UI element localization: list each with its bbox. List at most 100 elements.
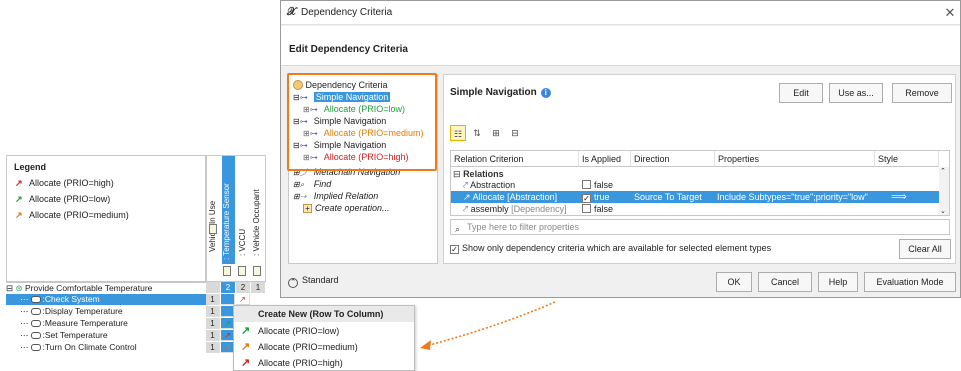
row-count: 1 [206, 318, 220, 329]
cancel-button[interactable]: Cancel [758, 272, 812, 292]
table-row-criterion[interactable]: ⤤ Abstraction [463, 179, 515, 191]
expand-all-icon[interactable]: ⊞ [488, 125, 504, 141]
column-header[interactable]: Properties [715, 151, 875, 167]
clear-all-button[interactable]: Clear All [899, 239, 951, 259]
filter-properties-input[interactable]: ⌕ Type here to filter properties [450, 219, 950, 235]
action-icon [30, 320, 41, 327]
count-cell [206, 282, 220, 293]
abstraction-icon: ⤤ [463, 180, 469, 190]
column-header[interactable]: Style [875, 151, 939, 167]
column-header[interactable]: Relation Criterion [451, 151, 579, 167]
info-icon[interactable]: i [540, 88, 551, 98]
matrix-row[interactable]: ⋯:Check System [6, 294, 206, 305]
action-icon [30, 344, 41, 351]
menu-item-allocate-medium[interactable]: ↗ Allocate (PRIO=medium) [234, 339, 414, 355]
menu-item-allocate-low[interactable]: ↗ Allocate (PRIO=low) [234, 323, 414, 339]
action-icon [30, 296, 41, 303]
legend-item: ↗ Allocate (PRIO=high) [15, 178, 114, 188]
collapse-icon: ⊟ [453, 169, 461, 179]
column-header[interactable]: Direction [631, 151, 715, 167]
remove-button[interactable]: Remove [892, 83, 952, 103]
dialog-heading: Edit Dependency Criteria [289, 44, 408, 55]
expand-icon: ⊞ [293, 192, 300, 201]
allocate-medium-arrow-icon: ↗ [241, 341, 251, 353]
standard-mode-toggle[interactable]: ⌃ Standard [288, 275, 339, 288]
ok-button[interactable]: OK [716, 272, 752, 292]
action-icon [30, 308, 41, 315]
matrix-root-row[interactable]: ⊟ ⊛ Provide Comfortable Temperature [6, 282, 206, 293]
legend-title: Legend [14, 162, 47, 172]
usecase-icon: ⊛ [15, 283, 23, 293]
allocate-medium-arrow-icon: ↗ [15, 210, 23, 220]
create-new-context-menu: Create New (Row To Column) ↗ Allocate (PR… [233, 305, 415, 371]
column-header-temperature-sensor[interactable]: : Temperature Sensor [222, 156, 235, 264]
sort-alpha-icon[interactable]: ⇅ [469, 125, 485, 141]
part-icon [223, 266, 231, 276]
scroll-up-icon[interactable]: ⌃ [940, 167, 946, 175]
allocate-low-arrow-icon: ↗ [15, 194, 23, 204]
tree-node-implied-relation[interactable]: ⊞⇢ Implied Relation [293, 190, 378, 202]
tree-line: ⋯ [20, 294, 29, 304]
chevron-up-icon: ⌃ [288, 278, 298, 288]
is-applied-cell[interactable]: false [582, 203, 613, 215]
evaluation-mode-button[interactable]: Evaluation Mode [864, 272, 956, 292]
tree-node-find[interactable]: ⊞⌕ Find [293, 178, 331, 190]
count-cell: 2 [221, 282, 235, 293]
show-only-checkbox[interactable]: ✓ [450, 245, 459, 254]
part-icon [238, 266, 246, 276]
add-icon: + [303, 204, 312, 213]
allocate-high-arrow-icon: ↗ [241, 357, 251, 369]
properties-cell[interactable]: Include Subtypes="true";priority="low" [717, 191, 873, 203]
row-count: 1 [206, 294, 220, 305]
help-button[interactable]: Help [818, 272, 858, 292]
action-icon [30, 332, 41, 339]
style-cell[interactable]: ⟹ [891, 191, 907, 203]
matrix-column-headers: Vehicle In Use : Temperature Sensor : VC… [206, 155, 266, 282]
row-count: 1 [206, 342, 220, 353]
table-scrollbar[interactable]: ⌃ ⌄ [939, 167, 949, 215]
menu-item-allocate-high[interactable]: ↗ Allocate (PRIO=high) [234, 355, 414, 371]
table-row-criterion[interactable]: ⤤ assembly [Dependency] [463, 203, 567, 215]
allocate-low-arrow-icon: ↗ [241, 325, 251, 337]
matrix-row[interactable]: ⋯:Set Temperature [6, 330, 206, 341]
categorized-view-icon[interactable]: ☷ [450, 125, 466, 141]
show-only-available-option[interactable]: ✓ Show only dependency criteria which are… [450, 243, 771, 254]
column-header[interactable]: Is Applied [579, 151, 631, 167]
is-applied-checkbox[interactable]: ✓ [582, 194, 591, 203]
column-header-vccu[interactable]: : VCCU [238, 180, 247, 256]
dialog-title: Dependency Criteria [301, 7, 393, 18]
matrix-cell-arrow-icon[interactable]: ↗ [236, 294, 250, 305]
tree-node-create-operation[interactable]: + Create operation... [303, 202, 390, 214]
use-as-button[interactable]: Use as... [829, 83, 883, 103]
app-logo-icon: 𝒳 [287, 6, 297, 18]
tree-line: ⋯ [20, 330, 29, 340]
panel-title: Simple Navigation i [450, 87, 551, 98]
callout-arrow [420, 301, 556, 350]
is-applied-cell[interactable]: ✓ true [582, 191, 610, 203]
matrix-row[interactable]: ⋯:Display Temperature [6, 306, 206, 317]
allocate-high-arrow-icon: ↗ [15, 178, 23, 188]
tree-line: ⋯ [20, 318, 29, 328]
row-count: 1 [206, 330, 220, 341]
matrix-row[interactable]: ⋯:Measure Temperature [6, 318, 206, 329]
scroll-down-icon[interactable]: ⌄ [940, 207, 946, 215]
matrix-cell[interactable] [221, 294, 235, 305]
direction-cell[interactable]: Source To Target [634, 191, 702, 203]
table-row-criterion[interactable]: ↗ Allocate [Abstraction] [463, 191, 579, 203]
count-cell: 2 [236, 282, 250, 293]
is-applied-checkbox[interactable] [582, 180, 591, 189]
expand-icon: ⊞ [293, 180, 300, 189]
is-applied-checkbox[interactable] [582, 204, 591, 213]
edit-button[interactable]: Edit [779, 83, 823, 103]
collapse-icon[interactable]: ⊟ [6, 283, 13, 293]
context-menu-title: Create New (Row To Column) [234, 306, 414, 322]
collapse-all-icon[interactable]: ⊟ [507, 125, 523, 141]
allocate-arrow-icon: ↗ [463, 192, 471, 202]
is-applied-cell[interactable]: false [582, 179, 613, 191]
tree-line: ⋯ [20, 342, 29, 352]
close-icon[interactable]: ✕ [941, 4, 959, 22]
search-icon: ⌕ [455, 224, 461, 234]
matrix-row[interactable]: ⋯:Turn On Climate Control [6, 342, 206, 353]
column-header-vehicle-in-use[interactable]: Vehicle In Use [208, 160, 217, 252]
column-header-vehicle-occupant[interactable]: : Vehicle Occupant [252, 160, 261, 256]
